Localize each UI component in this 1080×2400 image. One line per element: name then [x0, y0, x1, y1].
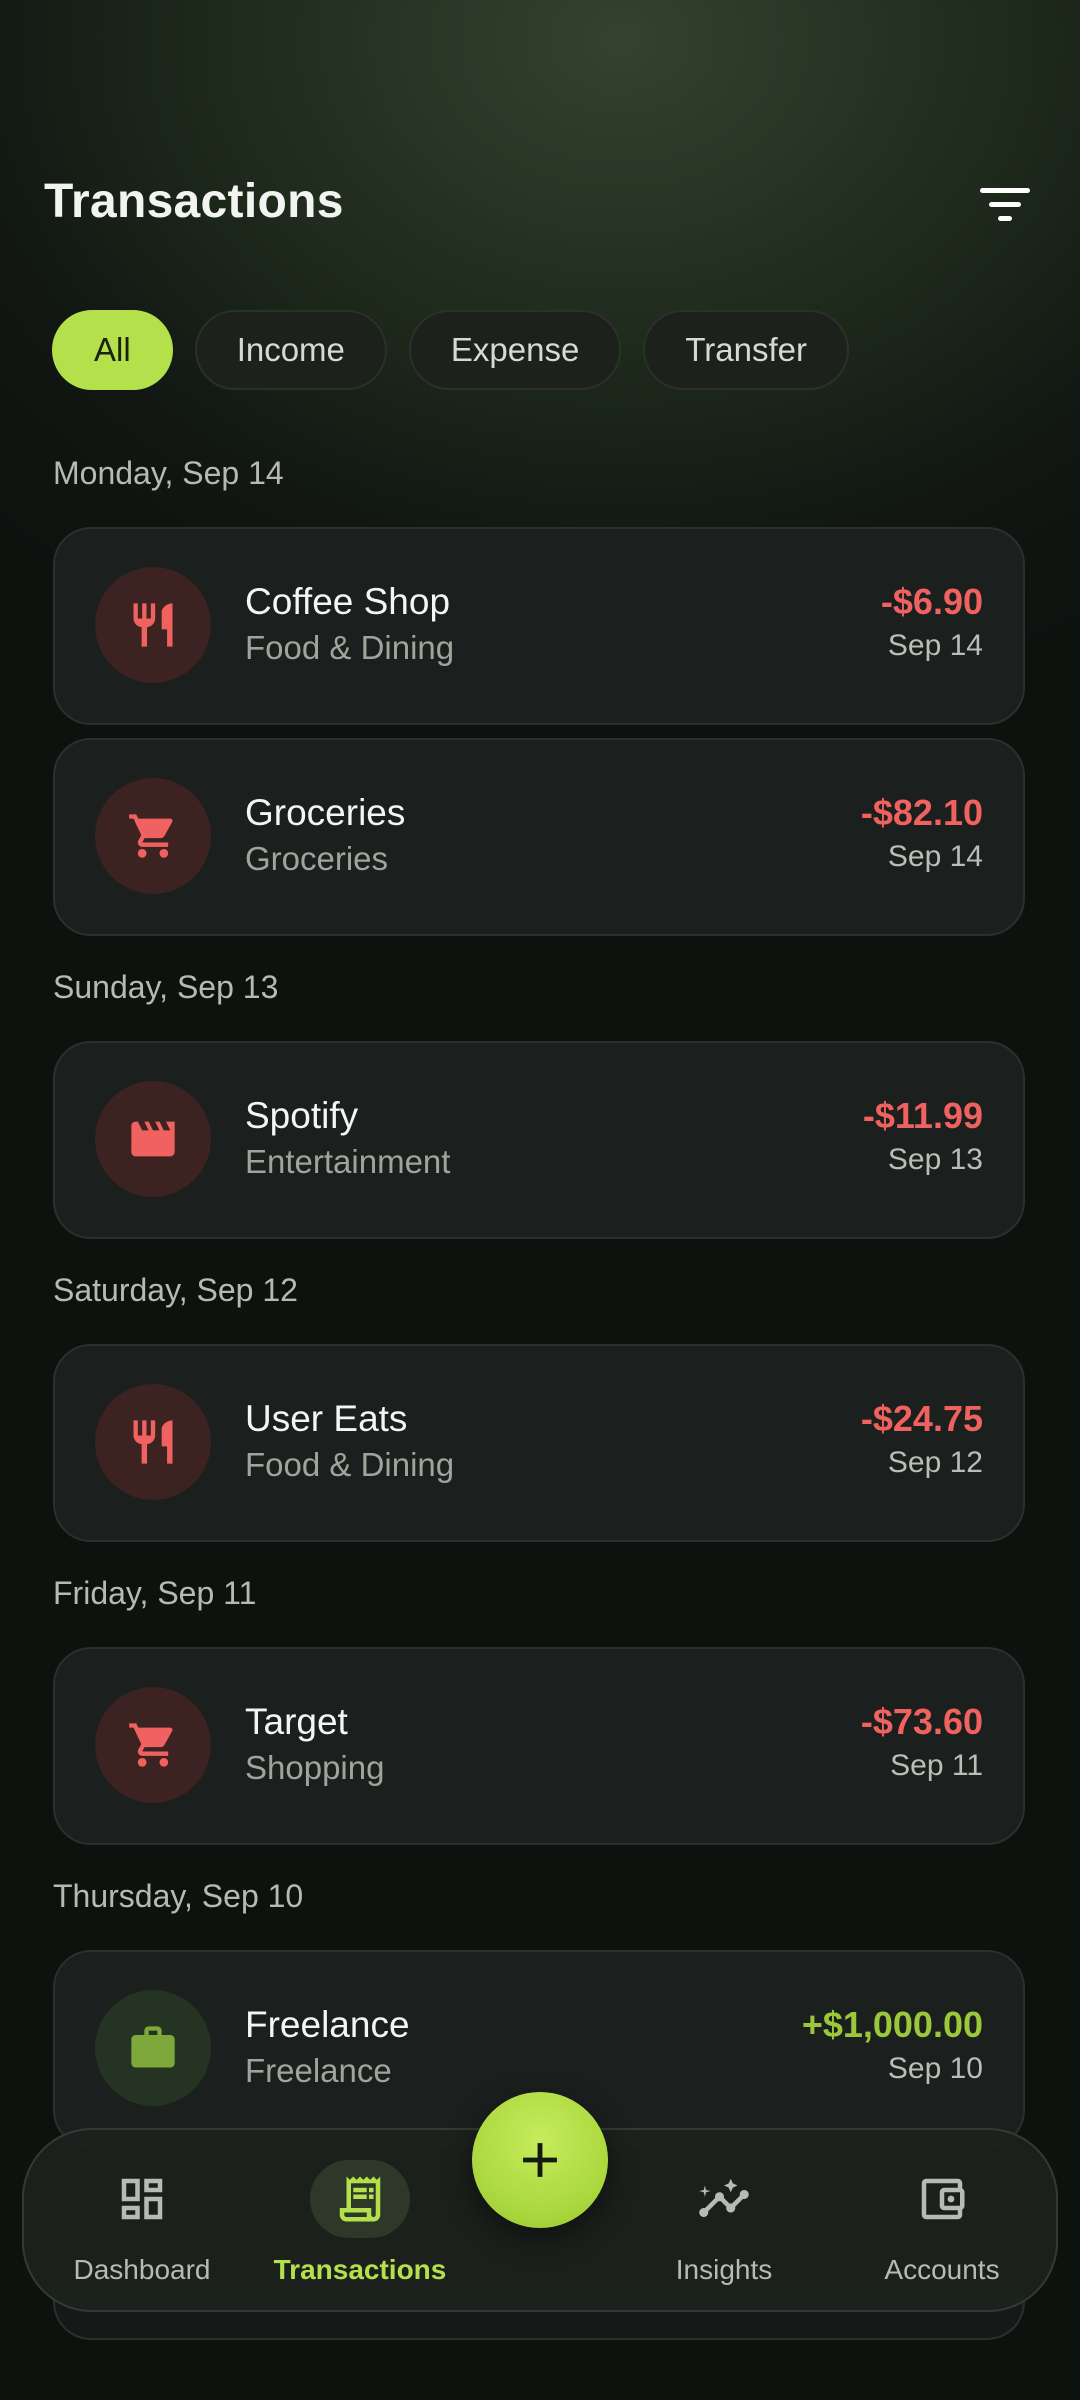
movie-clapper-icon	[95, 1081, 211, 1197]
cart-icon	[95, 1687, 211, 1803]
nav-label: Insights	[675, 2254, 773, 2285]
nav-insights[interactable]: Insights	[624, 2130, 824, 2314]
nav-label: Transactions	[273, 2254, 447, 2285]
nav-label: Accounts	[884, 2254, 1000, 2285]
transaction-card[interactable]: Target Shopping -$73.60 Sep 11	[53, 1647, 1025, 1845]
transaction-name: Target	[245, 1701, 348, 1742]
chip-expense[interactable]: Expense	[408, 310, 622, 390]
transaction-date: Sep 13	[887, 1143, 983, 1176]
day-header: Friday, Sep 11	[53, 1575, 257, 1611]
chip-all[interactable]: All	[52, 310, 173, 390]
app-bar: Transactions	[0, 150, 1080, 260]
day-header: Monday, Sep 14	[53, 455, 284, 491]
transaction-category: Entertainment	[245, 1143, 451, 1180]
add-transaction-button[interactable]	[472, 2092, 608, 2228]
page-title: Transactions	[44, 175, 344, 228]
cart-icon	[95, 778, 211, 894]
wallet-icon	[892, 2160, 992, 2238]
transaction-category: Freelance	[245, 2052, 392, 2089]
day-header: Thursday, Sep 10	[53, 1878, 304, 1914]
day-header: Sunday, Sep 13	[53, 969, 279, 1005]
insights-icon	[674, 2160, 774, 2238]
nav-label: Dashboard	[73, 2254, 211, 2285]
transaction-category: Shopping	[245, 1749, 385, 1786]
transaction-date: Sep 12	[887, 1446, 983, 1479]
nav-dashboard[interactable]: Dashboard	[42, 2130, 242, 2314]
transaction-name: Freelance	[245, 2004, 410, 2045]
filter-chips: All Income Expense Transfer	[52, 310, 849, 390]
transaction-card[interactable]: User Eats Food & Dining -$24.75 Sep 12	[53, 1344, 1025, 1542]
transaction-date: Sep 10	[887, 2052, 983, 2085]
transaction-category: Food & Dining	[245, 1446, 455, 1483]
transaction-category: Groceries	[245, 840, 389, 877]
nav-accounts[interactable]: Accounts	[842, 2130, 1042, 2314]
chip-transfer[interactable]: Transfer	[643, 310, 849, 390]
transaction-card[interactable]: Groceries Groceries -$82.10 Sep 14	[53, 738, 1025, 936]
restaurant-icon	[95, 1384, 211, 1500]
transaction-card[interactable]: Coffee Shop Food & Dining -$6.90 Sep 14	[53, 527, 1025, 725]
receipt-icon	[310, 2160, 410, 2238]
transaction-date: Sep 14	[887, 629, 983, 662]
transaction-amount: -$11.99	[862, 1095, 983, 1136]
transaction-amount: +$1,000.00	[801, 2004, 983, 2045]
transaction-name: User Eats	[245, 1398, 408, 1439]
dashboard-icon	[92, 2160, 192, 2238]
transaction-name: Spotify	[245, 1095, 359, 1136]
transaction-card[interactable]: Spotify Entertainment -$11.99 Sep 13	[53, 1041, 1025, 1239]
transaction-category: Food & Dining	[245, 629, 455, 666]
filter-icon[interactable]	[980, 180, 1036, 226]
transaction-amount: -$24.75	[860, 1398, 983, 1439]
transaction-amount: -$82.10	[860, 792, 983, 833]
transaction-amount: -$6.90	[880, 581, 983, 622]
transaction-name: Groceries	[245, 792, 406, 833]
day-header: Saturday, Sep 12	[53, 1272, 298, 1308]
transaction-amount: -$73.60	[860, 1701, 983, 1742]
briefcase-icon	[95, 1990, 211, 2106]
restaurant-icon	[95, 567, 211, 683]
transaction-date: Sep 14	[887, 840, 983, 873]
plus-icon	[523, 2143, 557, 2177]
nav-transactions[interactable]: Transactions	[260, 2130, 460, 2314]
chip-income[interactable]: Income	[194, 310, 387, 390]
transaction-name: Coffee Shop	[245, 581, 451, 622]
transaction-date: Sep 11	[890, 1749, 983, 1782]
